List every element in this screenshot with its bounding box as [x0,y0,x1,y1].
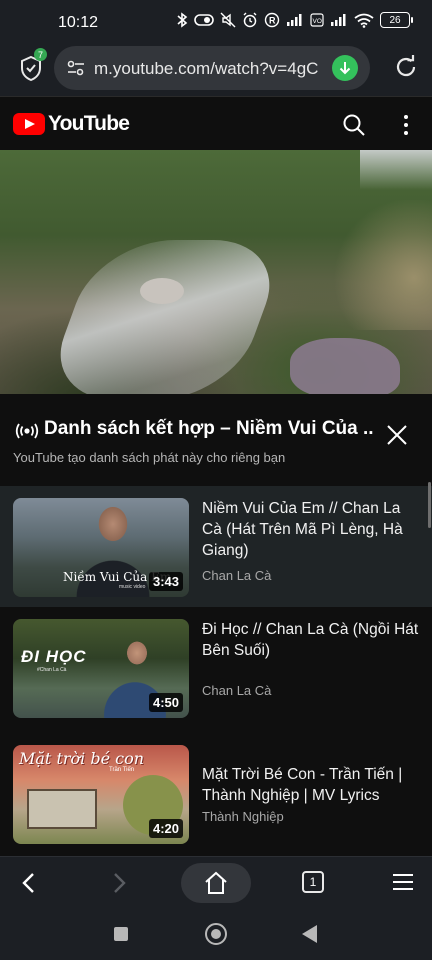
youtube-logo-text: YouTube [48,112,130,135]
video-frame-hill [330,200,432,330]
status-time: 10:12 [58,14,99,31]
video-thumbnail[interactable]: Niềm Vui Của Em music video 3:43 [13,498,189,597]
signal-icon [287,14,302,26]
alarm-icon [243,12,257,28]
playlist-item[interactable]: ĐI HỌC #Chan La Cà 4:50 Đi Học // Chan L… [0,607,432,732]
toggle-icon [194,14,214,26]
system-nav-bar [0,908,432,960]
forward-icon[interactable] [108,871,130,895]
recents-icon[interactable] [114,927,128,941]
wifi-icon [354,13,374,28]
download-button[interactable] [332,55,358,81]
video-frame-stream [40,240,290,394]
video-frame-rock [140,278,184,304]
thumbnail-small-text: #Chan La Cà [37,667,67,673]
duration-badge: 4:50 [148,693,183,712]
svg-text:R: R [269,16,276,26]
download-icon [339,62,351,75]
r-icon: R [264,12,280,28]
channel-name[interactable]: Chan La Cà [202,683,271,698]
svg-text:VO: VO [313,18,322,25]
url-text[interactable]: m.youtube.com/watch?v=4gC [94,59,326,79]
scrollbar-thumb[interactable] [428,482,431,528]
battery-level: 26 [389,14,401,26]
thumbnail-small-text: Trần Tiến [109,767,135,773]
search-icon[interactable] [342,113,366,137]
thumbnail-small-text: music video [119,584,146,590]
more-vert-icon[interactable] [398,113,414,137]
video-player[interactable] [0,150,432,394]
playlist-title[interactable]: Danh sách kết hợp – Niềm Vui Của ... [44,418,374,440]
thumbnail-caption: ĐI HỌC [21,647,87,666]
volte-icon: VO [310,13,324,27]
thumbnail-caption: Mặt trời bé con [19,749,145,768]
thumbnail-house [27,789,97,829]
playlist-item[interactable]: Niềm Vui Của Em music video 3:43 Niềm Vu… [0,486,432,611]
channel-name[interactable]: Thành Nghiệp [202,809,284,824]
battery-icon: 26 [380,12,413,28]
hamburger-menu-icon[interactable] [392,873,414,891]
video-title[interactable]: Mặt Trời Bé Con - Trần Tiến | Thành Nghi… [202,764,424,806]
home-nav-icon[interactable] [205,923,227,945]
video-frame-rock [290,338,400,394]
status-bar: 10:12 R VO 26 [0,0,432,44]
reload-icon[interactable] [394,55,418,79]
playlist-header: Danh sách kết hợp – Niềm Vui Của ... You… [0,394,432,486]
video-thumbnail[interactable]: ĐI HỌC #Chan La Cà 4:50 [13,619,189,718]
youtube-header: YouTube [0,96,432,150]
home-button[interactable] [181,863,251,903]
video-title[interactable]: Đi Học // Chan La Cà (Ngồi Hát Bên Suối) [202,619,424,661]
address-bar[interactable]: m.youtube.com/watch?v=4gC [54,46,370,90]
duration-badge: 3:43 [148,572,183,591]
status-icons: R VO 26 [176,12,413,28]
back-nav-icon[interactable] [302,925,317,943]
close-icon[interactable] [386,424,408,446]
duration-badge: 4:20 [148,819,183,838]
browser-bottom-bar: 1 [0,856,432,908]
shield-badge: 7 [34,48,47,61]
mute-icon [220,12,236,28]
video-frame-sky [360,150,432,190]
youtube-logo[interactable]: YouTube [13,112,130,136]
browser-toolbar: 7 m.youtube.com/watch?v=4gC [0,44,432,96]
mix-broadcast-icon [15,423,39,439]
playlist-item[interactable]: Mặt trời bé con Trần Tiến 4:20 Mặt Trời … [0,731,432,856]
playlist-subtitle: YouTube tạo danh sách phát này cho riêng… [13,450,286,465]
bluetooth-icon [177,12,188,28]
video-thumbnail[interactable]: Mặt trời bé con Trần Tiến 4:20 [13,745,189,844]
tab-switcher-button[interactable]: 1 [302,871,324,893]
site-settings-icon[interactable] [66,58,86,78]
signal-icon [331,14,346,26]
back-icon[interactable] [18,871,40,895]
home-icon [205,871,227,894]
channel-name[interactable]: Chan La Cà [202,568,271,583]
youtube-play-icon [13,113,45,135]
video-title[interactable]: Niềm Vui Của Em // Chan La Cà (Hát Trên … [202,498,424,561]
